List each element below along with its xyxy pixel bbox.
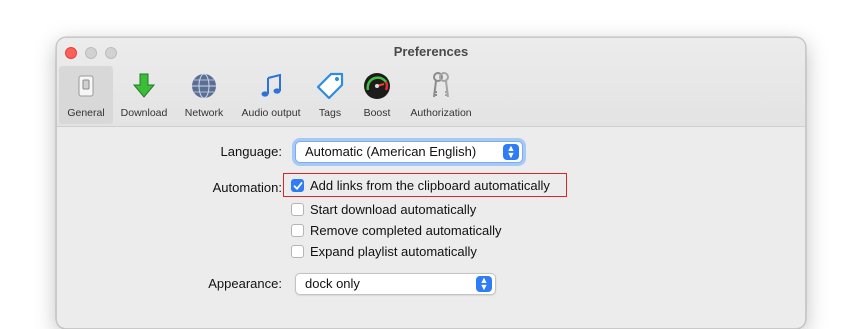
tab-boost[interactable]: Boost: [351, 66, 403, 124]
remove-completed-checkbox[interactable]: [291, 224, 304, 237]
title-bar: Preferences General Download Network Aud…: [57, 38, 805, 127]
download-arrow-icon: [132, 73, 156, 98]
keys-icon: [433, 72, 449, 98]
expand-playlist-label: Expand playlist automatically: [310, 244, 477, 259]
select-stepper-icon: ▲ ▼: [476, 276, 492, 292]
highlight-box: [283, 173, 567, 197]
start-download-label: Start download automatically: [310, 202, 477, 217]
music-note-icon: [261, 73, 281, 97]
language-label: Language:: [220, 144, 282, 159]
tab-authorization-label: Authorization: [410, 107, 472, 119]
general-pane: Language: Automatic (American English) ▲…: [57, 127, 805, 327]
tag-icon: [316, 72, 344, 100]
appearance-select[interactable]: dock only ▲ ▼: [295, 273, 496, 295]
start-download-option[interactable]: Start download automatically: [291, 202, 476, 217]
tab-audio-output[interactable]: Audio output: [233, 66, 309, 124]
globe-icon: [192, 73, 216, 99]
language-select-value: Automatic (American English): [305, 144, 477, 159]
start-download-checkbox[interactable]: [291, 203, 304, 216]
window-title: Preferences: [393, 44, 469, 59]
preferences-toolbar: General Download Network Audio output Ta…: [57, 66, 479, 126]
tab-general-label: General: [67, 107, 105, 119]
tab-network[interactable]: Network: [175, 66, 233, 124]
remove-completed-option[interactable]: Remove completed automatically: [291, 223, 501, 238]
tab-tags-label: Tags: [318, 107, 342, 119]
speedometer-icon: [364, 73, 390, 99]
general-switch-icon: [78, 75, 94, 97]
tab-download-label: Download: [120, 107, 168, 119]
tab-boost-label: Boost: [363, 107, 391, 119]
expand-playlist-checkbox[interactable]: [291, 245, 304, 258]
tab-tags[interactable]: Tags: [309, 66, 351, 124]
select-stepper-icon: ▲ ▼: [503, 144, 519, 160]
automation-label: Automation:: [212, 180, 282, 195]
expand-playlist-option[interactable]: Expand playlist automatically: [291, 244, 477, 259]
language-select[interactable]: Automatic (American English) ▲ ▼: [295, 141, 523, 163]
tab-network-label: Network: [184, 107, 224, 119]
tab-audio-output-label: Audio output: [241, 107, 301, 119]
remove-completed-label: Remove completed automatically: [310, 223, 502, 238]
appearance-label: Appearance:: [208, 276, 282, 291]
tab-authorization[interactable]: Authorization: [403, 66, 479, 124]
appearance-select-value: dock only: [305, 276, 360, 291]
tab-download[interactable]: Download: [113, 66, 175, 124]
tab-general[interactable]: General: [59, 66, 113, 124]
